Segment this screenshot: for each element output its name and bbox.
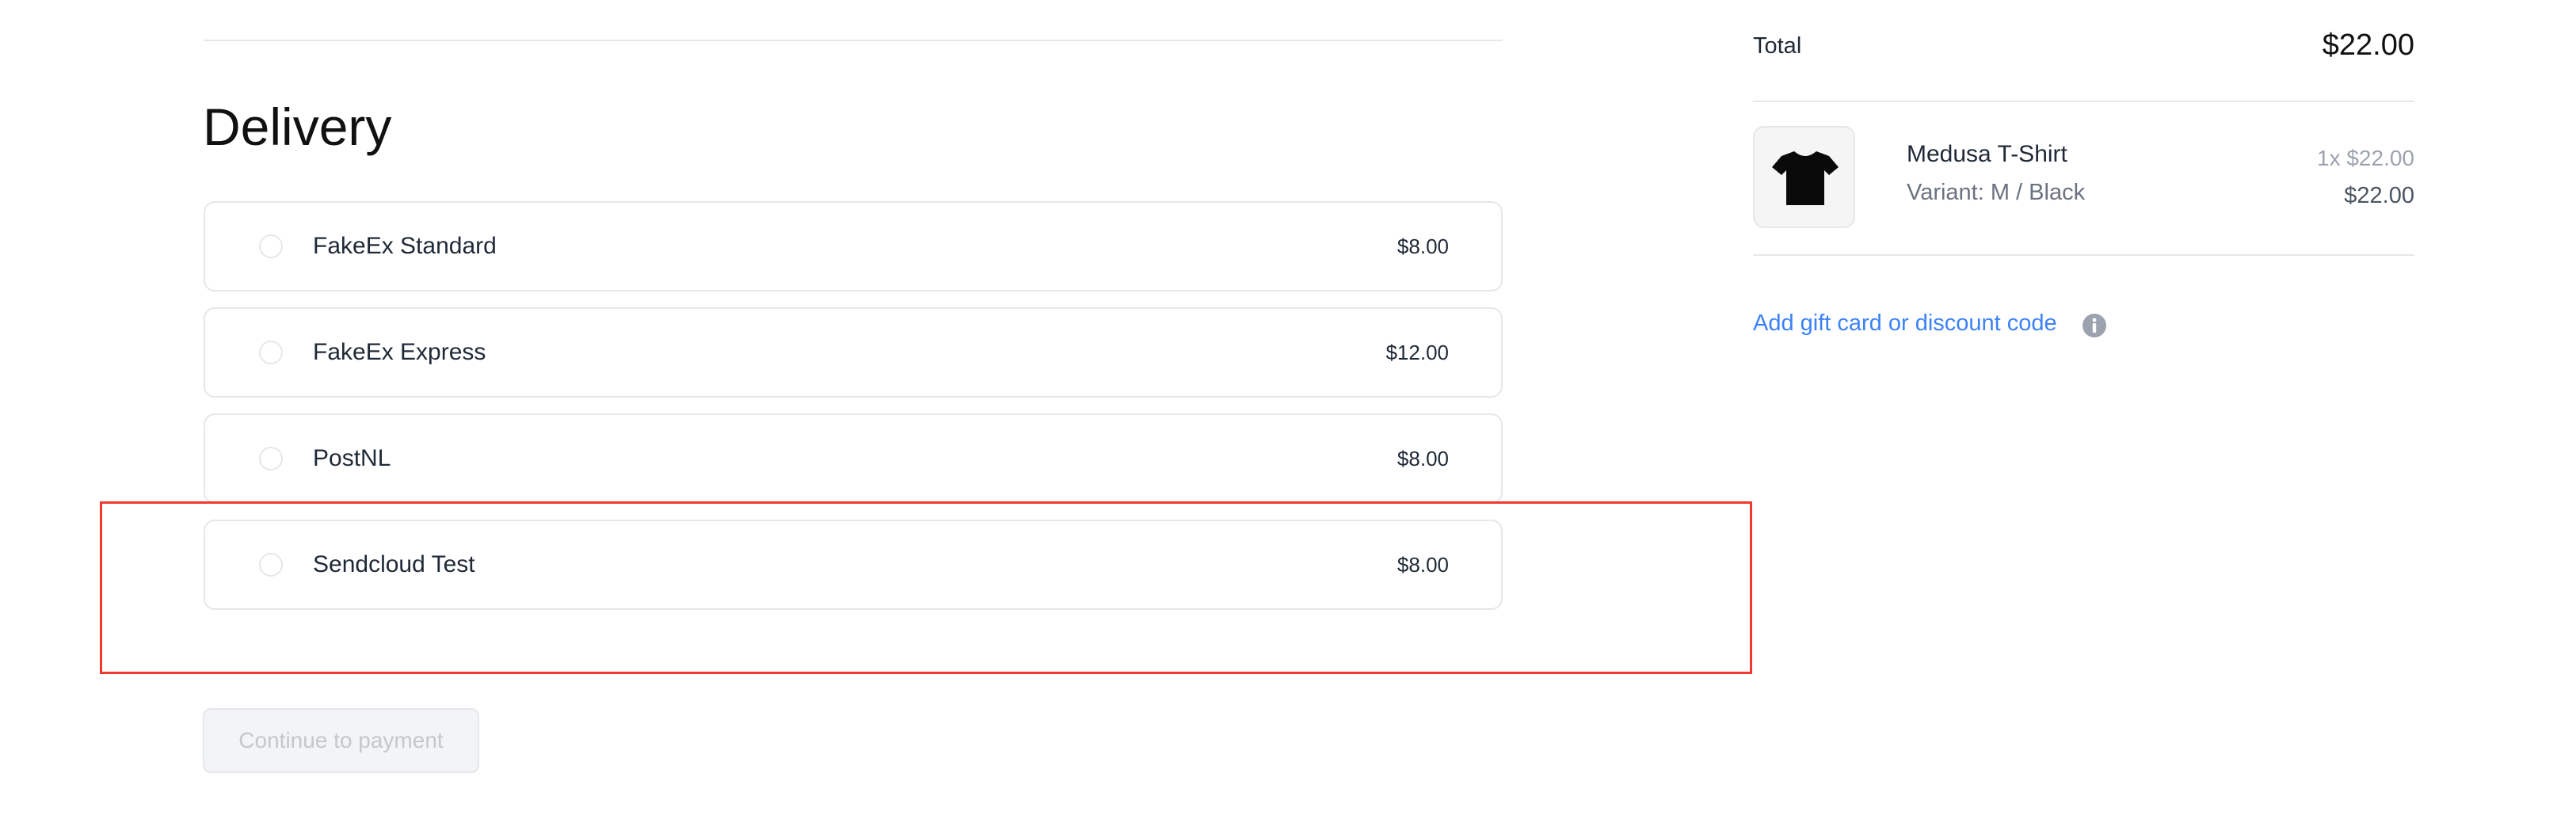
- delivery-option-fakeex-standard[interactable]: FakeEx Standard $8.00: [204, 201, 1503, 291]
- continue-to-payment-button[interactable]: Continue to payment: [203, 708, 479, 773]
- info-icon[interactable]: [2082, 313, 2107, 338]
- product-quantity-price: 1x $22.00: [2317, 146, 2414, 170]
- radio-button[interactable]: [259, 553, 283, 577]
- product-line-total: $22.00: [2344, 183, 2414, 208]
- product-variant: Variant: M / Black: [1907, 180, 2086, 205]
- delivery-option-name: PostNL: [313, 445, 391, 471]
- delivery-option-price: $8.00: [1397, 447, 1449, 470]
- delivery-option-name: Sendcloud Test: [313, 551, 475, 577]
- delivery-option-sendcloud-test[interactable]: Sendcloud Test $8.00: [204, 520, 1503, 610]
- delivery-option-fakeex-express[interactable]: FakeEx Express $12.00: [204, 307, 1503, 398]
- add-gift-card-link[interactable]: Add gift card or discount code: [1753, 310, 2057, 337]
- delivery-title: Delivery: [203, 97, 392, 156]
- radio-button[interactable]: [259, 341, 283, 364]
- radio-button[interactable]: [259, 234, 283, 258]
- product-name: Medusa T-Shirt: [1907, 141, 2067, 167]
- summary-divider: [1753, 254, 2414, 256]
- delivery-option-postnl[interactable]: PostNL $8.00: [204, 413, 1503, 504]
- summary-divider: [1753, 101, 2414, 102]
- tshirt-icon: [1772, 151, 1839, 205]
- product-thumbnail: [1753, 126, 1855, 228]
- delivery-option-name: FakeEx Standard: [313, 233, 497, 259]
- delivery-option-price: $8.00: [1397, 553, 1449, 577]
- total-amount: $22.00: [2322, 29, 2414, 62]
- delivery-option-price: $12.00: [1385, 341, 1449, 364]
- section-divider: [204, 40, 1503, 41]
- delivery-option-name: FakeEx Express: [313, 339, 486, 365]
- delivery-option-price: $8.00: [1397, 234, 1449, 258]
- radio-button[interactable]: [259, 447, 283, 470]
- total-label: Total: [1753, 33, 1802, 59]
